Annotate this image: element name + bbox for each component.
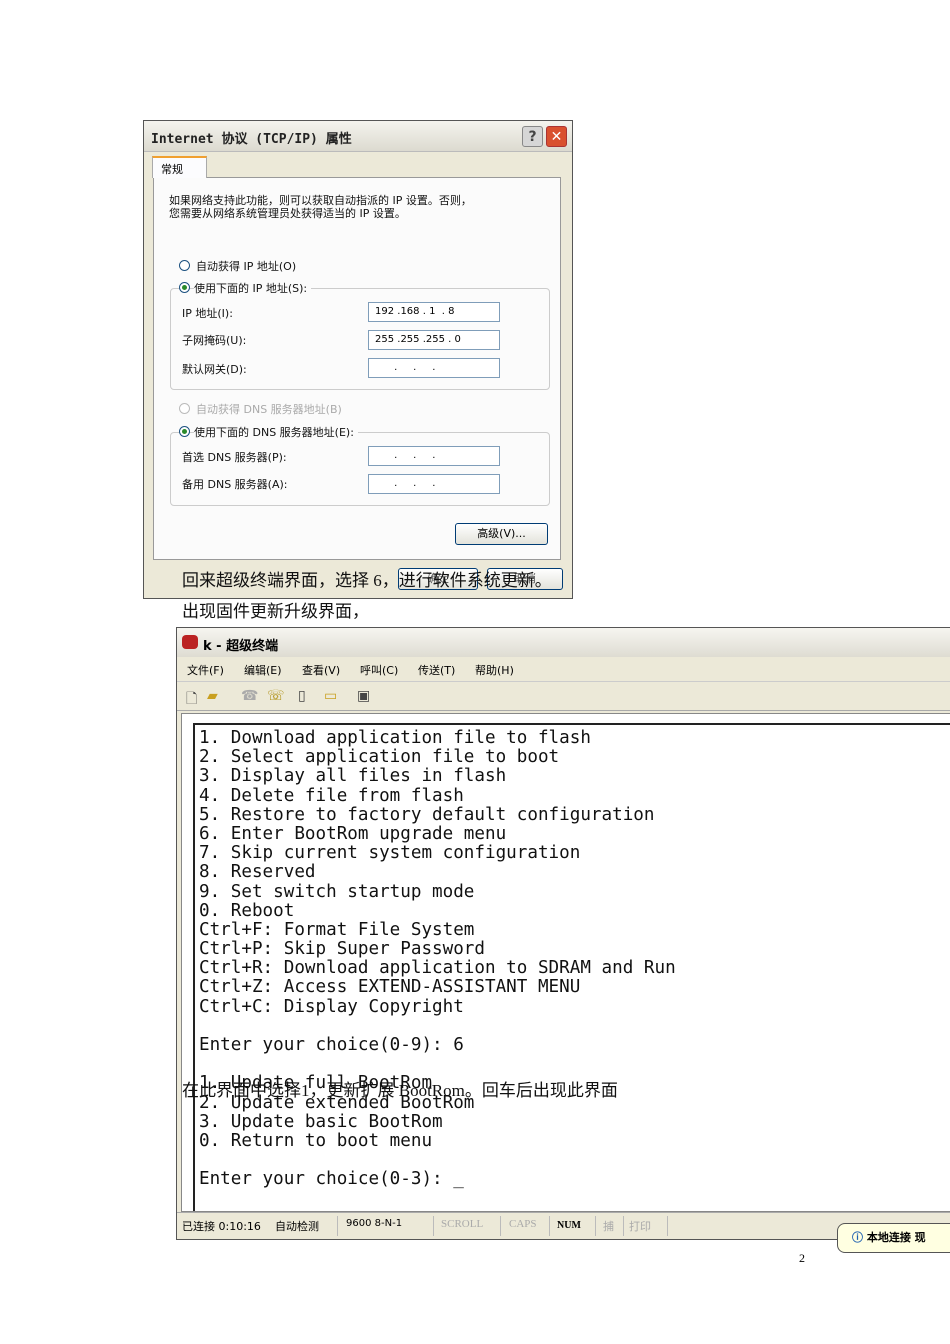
auto-ip-radio[interactable] xyxy=(179,260,190,271)
terminal-line: 8. Reserved xyxy=(199,862,316,883)
disconnect-icon[interactable]: ☏ xyxy=(267,688,285,704)
subnet-mask-label: 子网掩码(U): xyxy=(182,334,247,347)
description-line2: 您需要从网络系统管理员处获得适当的 IP 设置。 xyxy=(169,207,406,220)
terminal-line: Ctrl+P: Skip Super Password xyxy=(199,939,485,960)
terminal-line: 4. Delete file from flash xyxy=(199,785,464,806)
menu-transfer[interactable]: 传送(T) xyxy=(418,662,455,678)
advanced-button[interactable]: 高级(V)... xyxy=(455,523,548,545)
paragraph-1: 回来超级终端界面，选择 6，进行软件系统更新。 xyxy=(182,571,552,590)
alternate-dns-field[interactable]: . . . xyxy=(368,474,500,494)
tcpip-properties-dialog: Internet 协议 (TCP/IP) 属性 ? ✕ 常规 如果网络支持此功能… xyxy=(143,120,573,599)
menu-view[interactable]: 查看(V) xyxy=(302,662,340,678)
tab-general[interactable]: 常规 xyxy=(152,156,207,178)
manual-ip-radio[interactable] xyxy=(179,282,190,293)
terminal-line: Ctrl+C: Display Copyright xyxy=(199,996,464,1017)
terminal-line: 0. Reboot xyxy=(199,900,295,921)
hyperterminal-window: k - 超级终端 文件(F) 编辑(E) 查看(V) 呼叫(C) 传送(T) 帮… xyxy=(176,627,950,1253)
new-icon[interactable]: 🗋 xyxy=(186,688,197,712)
status-num: NUM xyxy=(557,1220,581,1231)
status-print: 打印 xyxy=(629,1220,651,1233)
gateway-label: 默认网关(D): xyxy=(182,363,247,376)
page-number: 2 xyxy=(799,1251,805,1265)
ip-address-label: IP 地址(I): xyxy=(182,307,233,320)
terminal-output: 1. Download application file to flash 2. … xyxy=(199,728,676,1190)
terminal-line: 6. Enter BootRom upgrade menu xyxy=(199,823,507,844)
terminal-line: Ctrl+F: Format File System xyxy=(199,919,475,940)
status-scroll: SCROLL xyxy=(441,1218,484,1230)
terminal-title: k - 超级终端 xyxy=(203,639,279,654)
auto-dns-label: 自动获得 DNS 服务器地址(B) xyxy=(196,403,342,416)
terminal-title-bar[interactable]: k - 超级终端 xyxy=(177,628,950,657)
manual-dns-radio[interactable] xyxy=(179,426,190,437)
auto-ip-label: 自动获得 IP 地址(O) xyxy=(196,260,297,273)
manual-ip-label: 使用下面的 IP 地址(S): xyxy=(194,280,312,296)
preferred-dns-field[interactable]: . . . xyxy=(368,446,500,466)
terminal-line: Ctrl+R: Download application to SDRAM an… xyxy=(199,958,676,979)
phone-icon[interactable]: ☎ xyxy=(241,688,258,704)
terminal-line: 5. Restore to factory default configurat… xyxy=(199,804,655,825)
ip-address-field[interactable]: 192 .168 . 1 . 8 xyxy=(368,302,500,322)
menu-bar: 文件(F) 编辑(E) 查看(V) 呼叫(C) 传送(T) 帮助(H) xyxy=(177,658,950,682)
terminal-line: 2. Select application file to boot xyxy=(199,747,560,768)
terminal-line: 3. Update basic BootRom xyxy=(199,1111,443,1132)
menu-help[interactable]: 帮助(H) xyxy=(475,662,514,678)
menu-file[interactable]: 文件(F) xyxy=(187,662,224,678)
dns-groupbox xyxy=(170,432,550,506)
status-detect: 自动检测 xyxy=(275,1220,319,1233)
terminal-line: 0. Return to boot menu xyxy=(199,1130,433,1151)
preferred-dns-label: 首选 DNS 服务器(P): xyxy=(182,451,287,464)
gateway-field[interactable]: . . . xyxy=(368,358,500,378)
terminal-line: 3. Display all files in flash xyxy=(199,766,507,787)
help-button[interactable]: ? xyxy=(522,126,543,147)
document-page: Internet 协议 (TCP/IP) 属性 ? ✕ 常规 如果网络支持此功能… xyxy=(0,0,950,1344)
properties-icon[interactable]: ▣ xyxy=(357,688,370,704)
menu-call[interactable]: 呼叫(C) xyxy=(360,662,398,678)
menu-edit[interactable]: 编辑(E) xyxy=(244,662,282,678)
dialog-title: Internet 协议 (TCP/IP) 属性 xyxy=(151,132,352,147)
status-connected: 已连接 0:10:16 xyxy=(182,1220,261,1233)
manual-dns-label: 使用下面的 DNS 服务器地址(E): xyxy=(194,424,358,440)
terminal-line: Enter your choice(0-3): _ xyxy=(199,1169,464,1190)
terminal-line: 9. Set switch startup mode xyxy=(199,881,475,902)
status-port: 9600 8-N-1 xyxy=(346,1218,403,1229)
balloon-text: 本地连接 现 xyxy=(866,1231,926,1244)
paragraph-3: 在此界面中选择1，更新扩展 BootRom。回车后出现此界面 xyxy=(182,1081,618,1100)
open-icon[interactable]: ▰ xyxy=(207,688,218,704)
hyperterminal-app-icon xyxy=(182,635,198,649)
terminal-line: 7. Skip current system configuration xyxy=(199,843,581,864)
terminal-line: Ctrl+Z: Access EXTEND-ASSISTANT MENU xyxy=(199,977,581,998)
close-button[interactable]: ✕ xyxy=(546,126,567,147)
toolbar: 🗋 ▰ ☎ ☏ ▯ ▭ ▣ xyxy=(177,682,950,711)
auto-dns-radio[interactable] xyxy=(179,403,190,414)
status-caps: CAPS xyxy=(509,1218,537,1230)
terminal-line: 1. Download application file to flash xyxy=(199,728,591,748)
status-bar: 已连接 0:10:16 自动检测 9600 8-N-1 SCROLL CAPS … xyxy=(177,1212,950,1253)
alternate-dns-label: 备用 DNS 服务器(A): xyxy=(182,478,288,491)
paragraph-2: 出现固件更新升级界面， xyxy=(182,602,369,621)
notification-balloon[interactable]: ⓘ 本地连接 现 xyxy=(837,1223,950,1253)
subnet-mask-field[interactable]: 255 .255 .255 . 0 xyxy=(368,330,500,350)
send-icon[interactable]: ▯ xyxy=(298,688,306,704)
terminal-line: Enter your choice(0-9): 6 xyxy=(199,1035,464,1055)
dialog-title-bar[interactable]: Internet 协议 (TCP/IP) 属性 xyxy=(144,121,572,152)
info-icon: ⓘ xyxy=(852,1231,867,1244)
status-capture: 捕 xyxy=(603,1220,614,1233)
receive-icon[interactable]: ▭ xyxy=(324,688,337,704)
